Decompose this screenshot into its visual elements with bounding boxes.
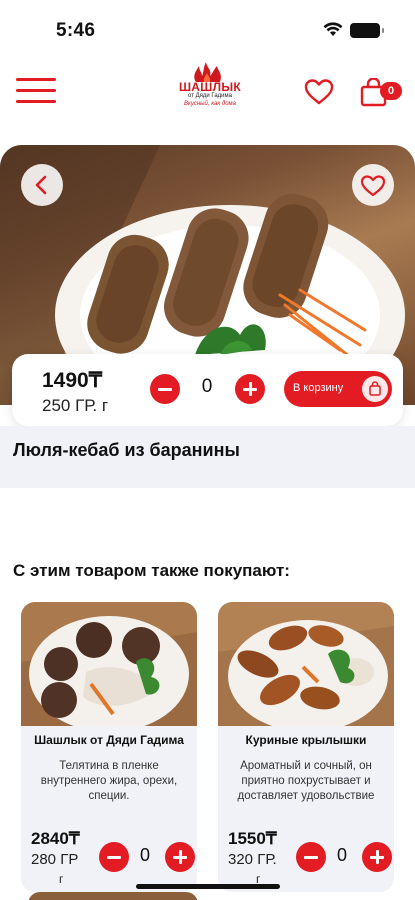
product-title: Люля-кебаб из баранины [13,440,240,460]
home-indicator[interactable] [136,884,280,889]
add-to-cart-label: В корзину [293,382,344,394]
recommendation-weight: 280 ГР [31,851,79,868]
cart-button[interactable]: 0 [360,76,404,108]
app-header: ШАШЛЫК от Дяди Гадима Вкусный, как дома … [0,58,415,130]
recommendation-name: Шашлык от Дяди Гадима [34,733,184,747]
shopping-bag-icon [362,376,388,402]
quantity-value: 0 [139,845,150,865]
recommendations-title: С этим товаром также покупают: [13,561,290,580]
product-price: 1490₸ [42,369,103,392]
increase-quantity-button[interactable] [235,374,265,404]
recommendation-card[interactable]: Куриные крылышки Ароматный и сочный, он … [218,602,394,892]
quantity-value: 0 [201,376,213,397]
recommendation-unit: г [59,872,64,886]
status-time: 5:46 [56,20,96,41]
recommendation-description: Телятина в пленке внутреннего жира, орех… [40,760,178,802]
decrease-quantity-button[interactable] [99,842,129,872]
favorite-button[interactable] [352,164,394,206]
decrease-quantity-button[interactable] [296,842,326,872]
recommendation-description: Ароматный и сочный, он приятно похрустыв… [237,760,375,802]
recommendation-card[interactable]: Шашлык от Дяди Гадима Телятина в пленке … [21,602,197,892]
add-to-cart-button[interactable]: В корзину [284,371,392,407]
recommendation-weight: 320 ГР. [228,851,277,868]
back-button[interactable] [21,164,63,206]
increase-quantity-button[interactable] [362,842,392,872]
recommendation-photo [21,602,197,726]
recommendation-price: 2840₸ [31,829,80,848]
increase-quantity-button[interactable] [165,842,195,872]
heart-icon [360,175,386,197]
recommendation-name: Куриные крылышки [245,733,367,747]
logo-title: ШАШЛЫК [178,80,242,94]
decrease-quantity-button[interactable] [150,374,180,404]
heart-icon[interactable] [304,78,334,106]
wifi-icon [323,22,343,36]
product-weight: 250 ГР. г [42,396,109,415]
flame-logo-icon [194,62,221,82]
recommendation-photo [218,602,394,726]
chevron-left-icon [35,175,47,195]
price-card: 1490₸ 250 ГР. г 0 В корзину [12,354,403,426]
battery-icon [350,23,384,38]
logo-tagline: Вкусный, как дома [184,101,236,107]
status-bar: 5:46 [0,0,415,56]
next-recommendation-card[interactable] [28,892,198,900]
brand-logo[interactable]: ШАШЛЫК от Дяди Гадима Вкусный, как дома [175,60,245,122]
recommendation-price: 1550₸ [228,829,277,848]
menu-icon[interactable] [16,78,56,104]
cart-count-badge: 0 [380,82,402,100]
logo-subtitle: от Дяди Гадима [187,93,232,99]
product-title-band: Люля-кебаб из баранины [0,426,415,488]
quantity-value: 0 [336,845,347,865]
